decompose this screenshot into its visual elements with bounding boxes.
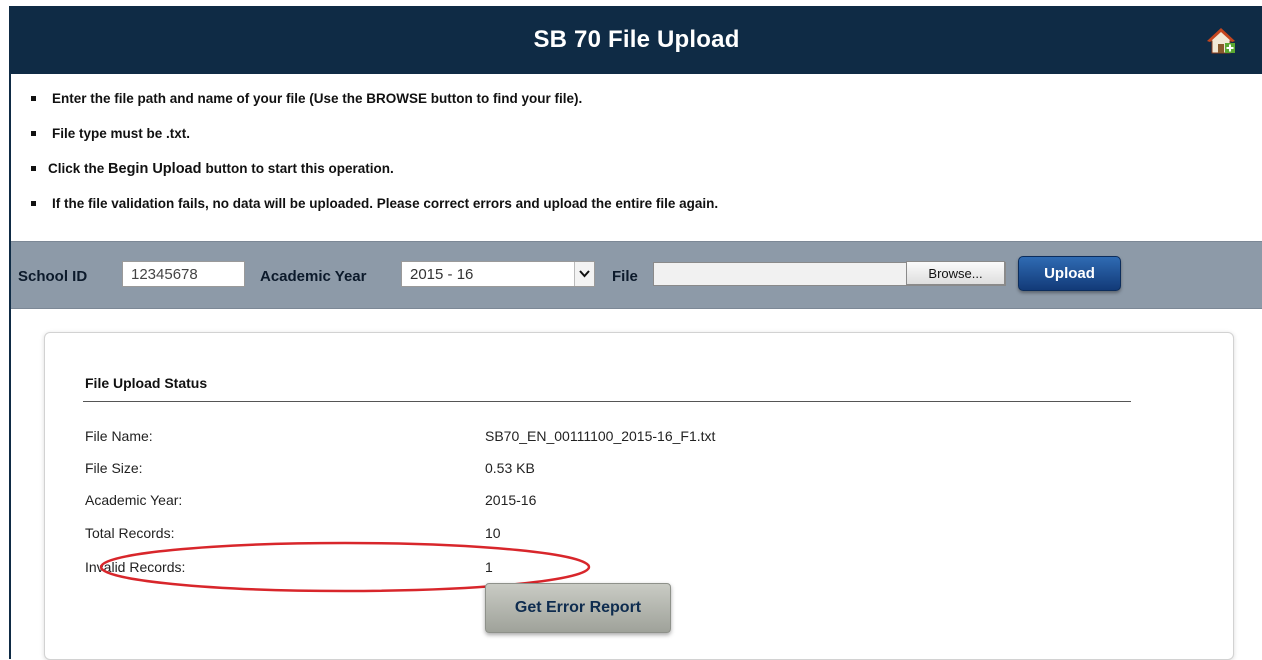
academic-year-value: 2015 - 16 bbox=[410, 266, 474, 283]
academic-year-status-value: 2015-16 bbox=[485, 492, 537, 508]
instruction-text: Enter the file path and name of your fil… bbox=[52, 91, 583, 106]
bullet-icon bbox=[31, 166, 36, 171]
instruction-text: If the file validation fails, no data wi… bbox=[52, 196, 719, 211]
file-label: File bbox=[612, 268, 638, 285]
status-title: File Upload Status bbox=[85, 375, 208, 391]
invalid-records-label: Invalid Records: bbox=[85, 559, 186, 575]
upload-button[interactable]: Upload bbox=[1018, 256, 1121, 291]
instruction-item: File type must be .txt. bbox=[31, 125, 718, 160]
home-icon[interactable] bbox=[1206, 26, 1236, 56]
page-frame: SB 70 File Upload Enter the file path an… bbox=[9, 6, 1262, 660]
instruction-list: Enter the file path and name of your fil… bbox=[31, 90, 718, 230]
invalid-records-value: 1 bbox=[485, 559, 493, 575]
file-size-label: File Size: bbox=[85, 460, 143, 476]
file-name-value: SB70_EN_00111100_2015-16_F1.txt bbox=[485, 428, 716, 444]
chevron-down-icon[interactable] bbox=[574, 262, 594, 286]
total-records-label: Total Records: bbox=[85, 525, 175, 541]
upload-toolbar: School ID Academic Year 2015 - 16 File B… bbox=[11, 241, 1262, 309]
instruction-text: File type must be .txt. bbox=[52, 126, 191, 141]
page-title: SB 70 File Upload bbox=[533, 26, 740, 53]
instruction-item: If the file validation fails, no data wi… bbox=[31, 195, 718, 230]
file-size-value: 0.53 KB bbox=[485, 460, 535, 476]
browse-button[interactable]: Browse... bbox=[906, 261, 1005, 285]
get-error-report-button[interactable]: Get Error Report bbox=[485, 583, 671, 633]
file-upload-status-panel: File Upload Status File Name: SB70_EN_00… bbox=[44, 332, 1234, 660]
school-id-label: School ID bbox=[18, 268, 88, 285]
instruction-text: Click the Begin Upload button to start th… bbox=[48, 161, 394, 177]
title-bar: SB 70 File Upload bbox=[11, 6, 1262, 74]
file-name-label: File Name: bbox=[85, 428, 153, 444]
academic-year-label: Academic Year bbox=[260, 268, 367, 285]
total-records-value: 10 bbox=[485, 525, 501, 541]
academic-year-select[interactable]: 2015 - 16 bbox=[401, 261, 595, 287]
academic-year-status-label: Academic Year: bbox=[85, 492, 183, 508]
instruction-item: Click the Begin Upload button to start th… bbox=[31, 160, 718, 195]
divider bbox=[83, 401, 1131, 402]
bullet-icon bbox=[31, 201, 36, 206]
bullet-icon bbox=[31, 96, 36, 101]
bullet-icon bbox=[31, 131, 36, 136]
school-id-input[interactable] bbox=[122, 261, 245, 287]
instruction-item: Enter the file path and name of your fil… bbox=[31, 90, 718, 125]
